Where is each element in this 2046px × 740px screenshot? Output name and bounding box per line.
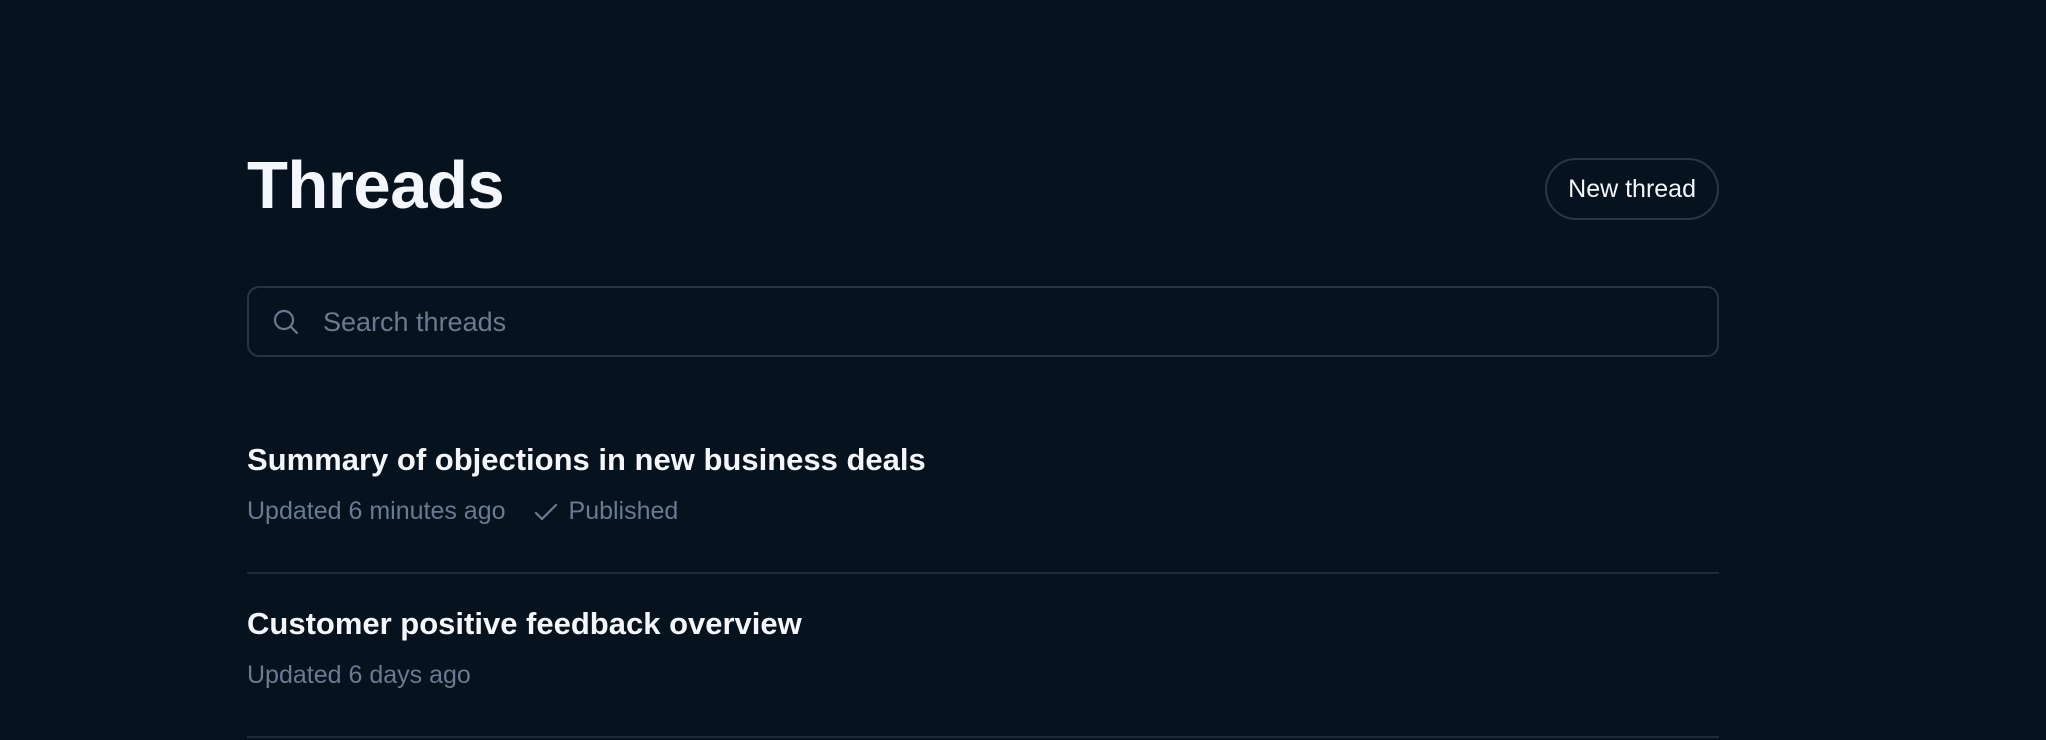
search-icon: [273, 309, 299, 335]
thread-item[interactable]: Customer positive feedback overview Upda…: [247, 574, 1719, 738]
new-thread-button[interactable]: New thread: [1545, 158, 1719, 220]
search-input[interactable]: [321, 288, 1705, 357]
status-badge: Published: [533, 497, 679, 526]
thread-title[interactable]: Summary of objections in new business de…: [247, 442, 926, 478]
thread-updated: Updated 6 days ago: [247, 661, 471, 689]
search-box[interactable]: [247, 286, 1719, 357]
check-icon: [534, 503, 557, 520]
thread-updated: Updated 6 minutes ago: [247, 497, 506, 525]
page-title: Threads: [247, 148, 505, 223]
status-label: Published: [568, 497, 679, 525]
thread-list: Summary of objections in new business de…: [247, 410, 1719, 738]
page-header: Threads New thread: [247, 150, 1719, 230]
thread-meta: Updated 6 days ago: [247, 661, 471, 690]
thread-title[interactable]: Customer positive feedback overview: [247, 606, 802, 642]
thread-meta: Updated 6 minutes ago Published: [247, 497, 678, 526]
thread-item[interactable]: Summary of objections in new business de…: [247, 410, 1719, 574]
